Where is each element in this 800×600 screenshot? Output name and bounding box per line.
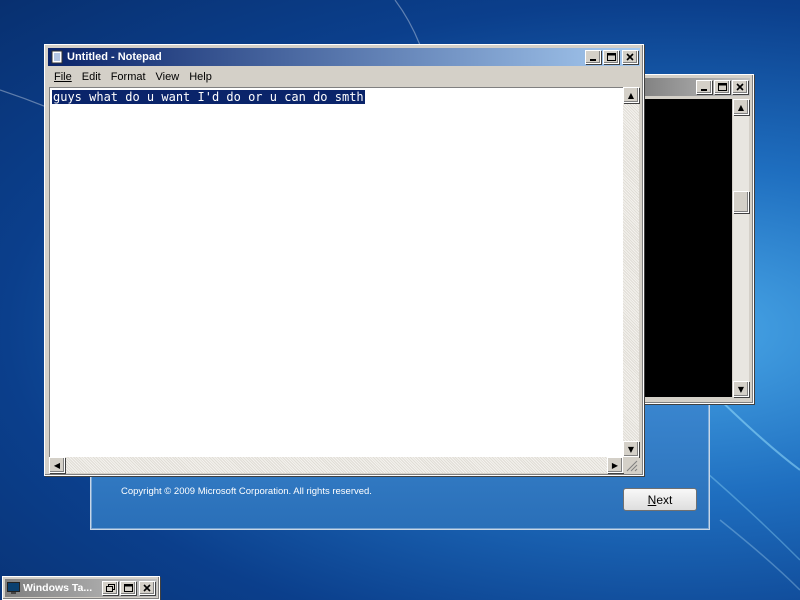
minimize-icon[interactable]: [585, 50, 601, 64]
selected-text[interactable]: guys what do u want I'd do or u can do s…: [52, 90, 365, 104]
resize-grip-icon[interactable]: [623, 457, 639, 473]
notepad-icon: [51, 50, 63, 64]
next-button-label: ext: [656, 492, 673, 507]
scroll-up-icon[interactable]: ▲: [623, 87, 639, 103]
minimize-icon[interactable]: [696, 80, 712, 94]
next-button[interactable]: Next: [623, 488, 697, 511]
maximize-icon[interactable]: [603, 50, 619, 64]
menu-file[interactable]: File: [49, 71, 77, 83]
horizontal-scrollbar[interactable]: ◀ ▶: [49, 457, 623, 473]
vertical-scrollbar[interactable]: ▲ ▼: [623, 87, 639, 457]
monitor-icon: [7, 582, 20, 594]
console-output[interactable]: [644, 99, 732, 397]
menu-bar: File Edit Format View Help: [49, 68, 217, 86]
minimized-title: Windows Ta...: [23, 582, 93, 594]
maximize-icon[interactable]: [714, 80, 730, 94]
next-button-label-accel: N: [647, 492, 657, 507]
minimized-titlebar[interactable]: Windows Ta...: [5, 579, 157, 597]
scroll-right-icon[interactable]: ▶: [607, 457, 623, 473]
scroll-up-icon[interactable]: ▲: [733, 99, 749, 115]
close-icon[interactable]: [622, 50, 638, 64]
scroll-left-icon[interactable]: ◀: [49, 457, 65, 473]
scroll-down-icon[interactable]: ▼: [623, 441, 639, 457]
close-icon[interactable]: [732, 80, 748, 94]
notepad-titlebar[interactable]: Untitled - Notepad: [48, 48, 640, 66]
restore-icon[interactable]: [102, 581, 118, 595]
menu-edit[interactable]: Edit: [77, 71, 106, 83]
scroll-thumb[interactable]: [733, 191, 749, 213]
copyright-text: Copyright © 2009 Microsoft Corporation. …: [121, 486, 372, 497]
console-scrollbar[interactable]: ▲ ▼: [733, 99, 749, 397]
menu-format[interactable]: Format: [106, 71, 151, 83]
maximize-icon[interactable]: [120, 581, 136, 595]
menu-view[interactable]: View: [151, 71, 185, 83]
notepad-window: Untitled - Notepad File Edit Format View…: [44, 44, 644, 476]
text-editor[interactable]: guys what do u want I'd do or u can do s…: [49, 87, 624, 458]
minimized-window[interactable]: Windows Ta...: [2, 576, 160, 600]
console-titlebar[interactable]: [640, 78, 750, 96]
console-window: ▲ ▼: [636, 74, 754, 404]
close-icon[interactable]: [139, 581, 155, 595]
window-title: Untitled - Notepad: [67, 51, 162, 63]
menu-help[interactable]: Help: [184, 71, 217, 83]
scroll-down-icon[interactable]: ▼: [733, 381, 749, 397]
